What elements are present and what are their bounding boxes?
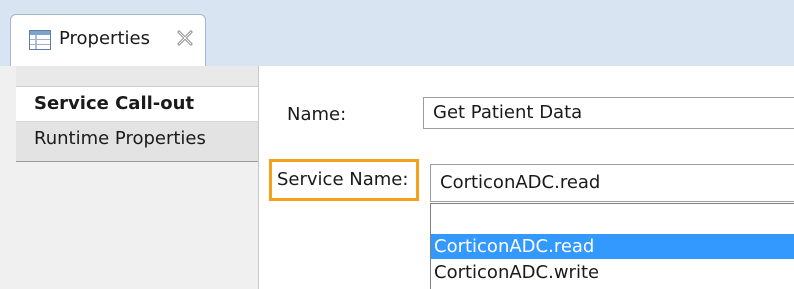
tab-label: Properties [59, 28, 150, 49]
section-tab-runtime-properties[interactable]: Runtime Properties [16, 122, 258, 162]
dropdown-option-empty[interactable] [431, 205, 794, 230]
service-name-combobox[interactable]: CorticonADC.read [430, 164, 794, 202]
name-label: Name: [287, 104, 347, 125]
section-list-header [16, 66, 258, 87]
tab-bar: Properties [0, 0, 794, 67]
dropdown-option-write[interactable]: CorticonADC.write [431, 260, 794, 285]
properties-view-icon [29, 30, 51, 50]
tab-properties[interactable]: Properties [10, 14, 206, 66]
service-name-dropdown-list: CorticonADC.read CorticonADC.write [430, 203, 794, 289]
section-list: Service Call-out Runtime Properties [0, 66, 259, 289]
close-tab-icon[interactable] [175, 28, 195, 48]
service-name-label-highlight: Service Name: [269, 159, 419, 201]
dropdown-option-read[interactable]: CorticonADC.read [431, 234, 794, 259]
name-field[interactable]: Get Patient Data [423, 97, 794, 129]
properties-view: Properties Service Call-out Runtime Prop… [0, 0, 794, 289]
service-callout-form: Name: Get Patient Data Service Name: Cor… [259, 66, 794, 289]
service-name-label: Service Name: [277, 169, 409, 190]
section-tab-service-callout[interactable]: Service Call-out [16, 87, 258, 122]
